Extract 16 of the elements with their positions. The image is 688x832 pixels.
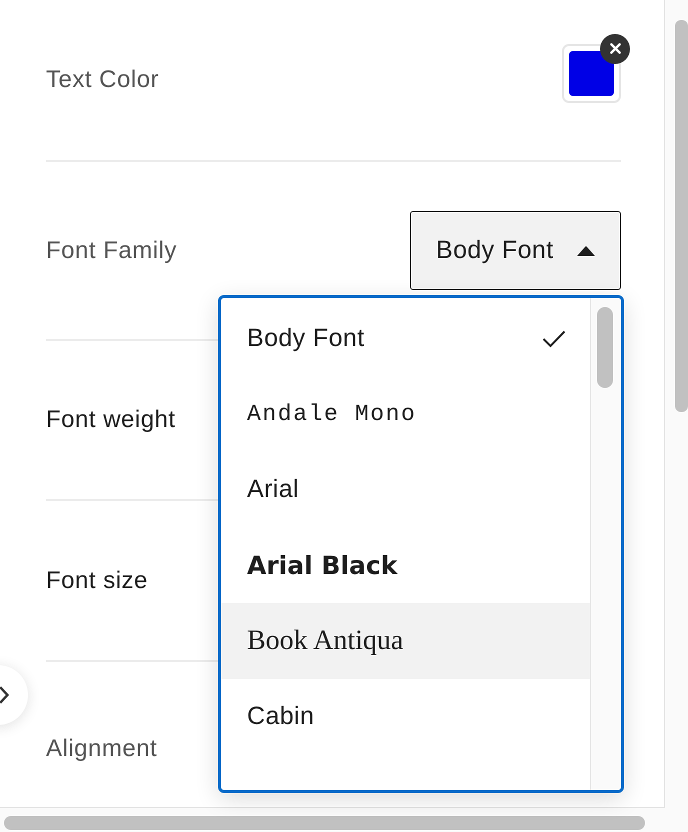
- setting-label: Font weight: [46, 406, 176, 434]
- chevron-right-icon: [0, 686, 9, 704]
- close-icon: [610, 43, 620, 54]
- font-option[interactable]: Book Antiqua: [221, 603, 590, 678]
- font-option[interactable]: Cabin: [221, 678, 590, 754]
- vertical-scrollbar-thumb[interactable]: [675, 20, 688, 412]
- horizontal-scrollbar-thumb[interactable]: [4, 816, 645, 830]
- clear-color-button[interactable]: [600, 34, 630, 64]
- setting-label: Text Color: [46, 66, 160, 94]
- setting-label: Alignment: [46, 735, 158, 763]
- menu-scrollbar-thumb[interactable]: [597, 307, 613, 388]
- font-family-select[interactable]: Body Font: [410, 211, 621, 290]
- setting-label: Font size: [46, 566, 148, 594]
- caret-up-icon: [577, 246, 595, 256]
- color-picker-button[interactable]: [562, 44, 621, 102]
- setting-label: Font Family: [46, 236, 177, 264]
